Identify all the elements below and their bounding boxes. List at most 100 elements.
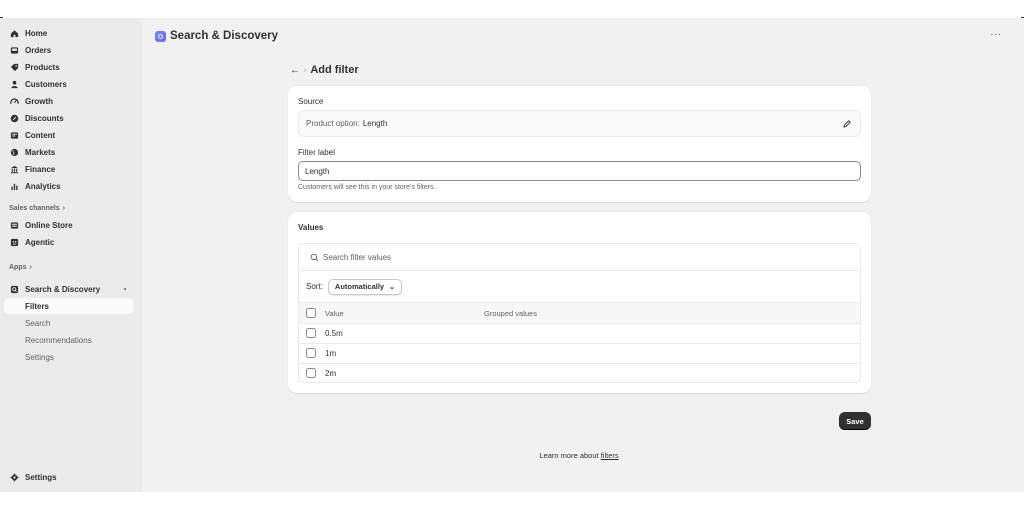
sales-channels-header[interactable]: Sales channels ›	[9, 202, 65, 214]
sidebar-item-label: Content	[25, 130, 56, 140]
gauge-icon	[9, 96, 19, 106]
values-card: Values Sort: Automatically ⌄ Value Groupe…	[288, 212, 871, 393]
value-cell: 2m	[325, 369, 337, 378]
sidebar-item-search-discovery[interactable]: Search & Discovery	[4, 281, 134, 297]
sidebar: Home Orders Products Customers Growth Di…	[0, 18, 142, 492]
sidebar-item-markets[interactable]: Markets	[4, 144, 134, 160]
sidebar-item-products[interactable]: Products	[4, 59, 134, 75]
sidebar-item-label: Products	[25, 62, 60, 72]
sidebar-item-agentic[interactable]: Agentic	[4, 234, 134, 250]
agentic-icon	[9, 237, 19, 247]
pencil-icon[interactable]	[842, 119, 852, 129]
sort-row: Sort: Automatically ⌄	[299, 271, 860, 302]
top-bar	[0, 0, 1024, 18]
back-arrow-icon[interactable]: ←	[290, 65, 300, 76]
filter-settings-card: Source Product option: Length Filter lab…	[288, 86, 871, 202]
sort-dropdown[interactable]: Automatically ⌄	[327, 278, 402, 295]
sidebar-subitem-settings[interactable]: Settings	[4, 349, 134, 365]
sidebar-item-label: Discounts	[25, 113, 64, 123]
source-value: Length	[362, 119, 388, 128]
sidebar-item-analytics[interactable]: Analytics	[4, 178, 134, 194]
more-actions-button[interactable]: ···	[988, 29, 1004, 43]
chevron-right-icon: ›	[62, 204, 65, 212]
sales-channels-label: Sales channels	[9, 204, 60, 212]
source-field: Product option: Length	[298, 110, 861, 137]
values-panel: Sort: Automatically ⌄ Value Grouped value…	[298, 243, 861, 383]
person-icon	[9, 79, 19, 89]
sidebar-item-home[interactable]: Home	[4, 25, 134, 41]
sidebar-item-label: Growth	[25, 96, 53, 106]
page-title: Add filter	[310, 64, 359, 76]
breadcrumb-separator: ›	[304, 66, 307, 74]
sidebar-item-settings[interactable]: Settings	[4, 469, 134, 485]
tag-icon	[9, 62, 19, 72]
sidebar-item-label: Finance	[25, 164, 56, 174]
sidebar-subitem-filters[interactable]: Filters	[4, 298, 134, 314]
sidebar-item-label: Settings	[25, 472, 57, 482]
bottom-bar	[0, 492, 1024, 506]
sidebar-item-label: Orders	[25, 45, 52, 55]
discount-icon	[9, 113, 19, 123]
values-label: Values	[298, 223, 324, 232]
sidebar-item-orders[interactable]: Orders	[4, 42, 134, 58]
sidebar-item-label: Analytics	[25, 181, 61, 191]
row-checkbox[interactable]	[306, 328, 316, 338]
home-icon	[9, 28, 19, 38]
search-discovery-app-icon	[155, 30, 166, 42]
save-button[interactable]: Save	[839, 412, 871, 430]
sidebar-item-label: Markets	[25, 147, 56, 157]
learn-more-prefix: Learn more about	[539, 451, 601, 460]
source-label: Source	[298, 97, 324, 106]
value-cell: 0.5m	[325, 329, 343, 338]
pin-dot-icon[interactable]	[124, 288, 126, 290]
select-all-checkbox[interactable]	[306, 308, 316, 318]
content-icon	[9, 130, 19, 140]
sidebar-item-discounts[interactable]: Discounts	[4, 110, 134, 126]
sidebar-item-label: Search & Discovery	[25, 284, 101, 294]
table-row[interactable]: 1m	[299, 344, 860, 364]
table-row[interactable]: 2m	[299, 364, 860, 382]
table-header: Value Grouped values	[299, 302, 860, 324]
apps-label: Apps	[9, 263, 27, 271]
source-key: Product option:	[306, 119, 360, 128]
sidebar-item-online-store[interactable]: Online Store	[4, 217, 134, 233]
sidebar-item-growth[interactable]: Growth	[4, 93, 134, 109]
page-title-row: ← › Add filter	[290, 62, 359, 78]
filter-label-label: Filter label	[298, 148, 335, 157]
bar-chart-icon	[9, 181, 19, 191]
filter-label-help-text: Customers will see this in your store's …	[298, 184, 436, 191]
search-icon	[310, 253, 319, 261]
sidebar-item-customers[interactable]: Customers	[4, 76, 134, 92]
search-discovery-icon	[9, 284, 19, 294]
learn-more-text: Learn more about filters	[0, 451, 1024, 460]
sidebar-subitem-recommendations[interactable]: Recommendations	[4, 332, 134, 348]
sidebar-item-label: Customers	[25, 79, 67, 89]
row-checkbox[interactable]	[306, 348, 316, 358]
chevron-right-icon: ›	[29, 263, 32, 271]
chevron-down-icon: ⌄	[389, 283, 395, 291]
table-row[interactable]: 0.5m	[299, 324, 860, 344]
apps-header[interactable]: Apps ›	[9, 261, 32, 273]
globe-icon	[9, 147, 19, 157]
value-cell: 1m	[325, 349, 337, 358]
store-icon	[9, 220, 19, 230]
sort-label: Sort:	[306, 282, 323, 291]
row-checkbox[interactable]	[306, 368, 316, 378]
sidebar-item-label: Home	[25, 28, 48, 38]
sidebar-item-content[interactable]: Content	[4, 127, 134, 143]
filters-help-link[interactable]: filters	[601, 451, 619, 460]
sort-value: Automatically	[334, 282, 385, 291]
filter-label-input[interactable]	[298, 161, 861, 181]
search-filter-values-input[interactable]	[323, 252, 723, 262]
search-row	[299, 244, 860, 271]
app-title: Search & Discovery	[170, 30, 279, 42]
inbox-icon	[9, 45, 19, 55]
sidebar-subitem-search[interactable]: Search	[4, 315, 134, 331]
sidebar-item-label: Online Store	[25, 220, 73, 230]
column-header-grouped-values: Grouped values	[484, 309, 537, 318]
bank-icon	[9, 164, 19, 174]
column-header-value: Value	[325, 309, 344, 318]
gear-icon	[9, 472, 19, 482]
sidebar-item-label: Agentic	[25, 237, 55, 247]
sidebar-item-finance[interactable]: Finance	[4, 161, 134, 177]
